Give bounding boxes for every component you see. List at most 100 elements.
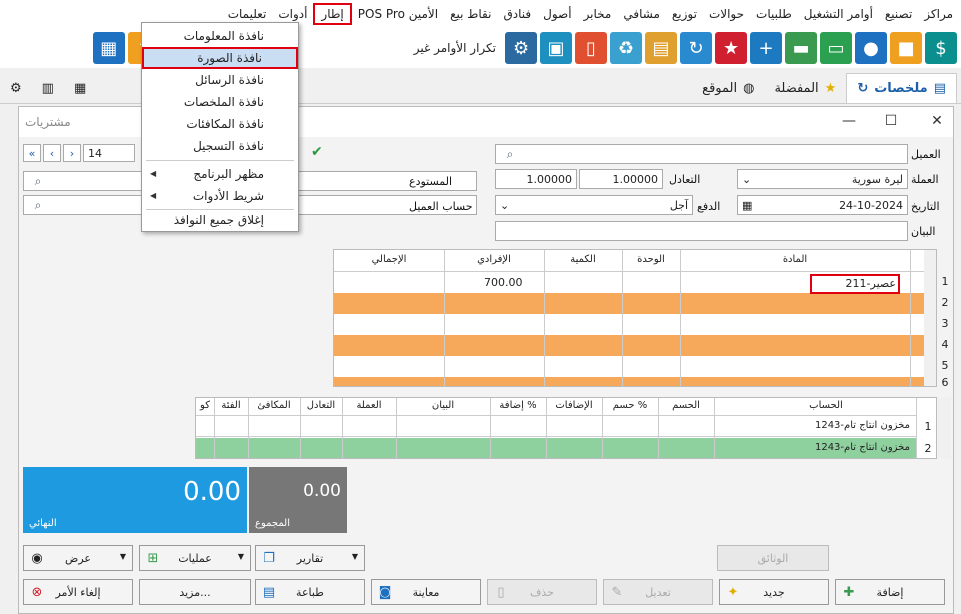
box-icon[interactable]: ■ <box>890 32 922 64</box>
calendar-icon[interactable]: ▦ <box>742 199 752 212</box>
items-scrollbar[interactable] <box>924 250 936 386</box>
menu-summaries-window[interactable]: نافذة الملخصات <box>142 91 298 113</box>
edit-button[interactable]: ✎ تعديل <box>603 579 713 605</box>
table-row[interactable] <box>334 314 924 335</box>
gear-icon[interactable]: ⚙ <box>505 32 537 64</box>
menu-orders[interactable]: طلبيات <box>750 3 798 25</box>
close-icon[interactable]: ✕ <box>927 113 947 131</box>
menu-distribution[interactable]: توزيع <box>666 3 703 25</box>
print-button[interactable]: ▤ طباعة <box>255 579 365 605</box>
user-money-icon[interactable]: ● <box>855 32 887 64</box>
menu-info-window[interactable]: نافذة المعلومات <box>142 25 298 47</box>
table-row[interactable]: 1243-مخزون انتاج تام <box>196 438 916 458</box>
reports-button[interactable]: ❐ تقارير ▼ <box>255 545 365 571</box>
table-row[interactable] <box>334 377 924 386</box>
search-icon[interactable]: ⌕ <box>28 172 48 190</box>
user-refresh-icon[interactable]: ↻ <box>680 32 712 64</box>
final-total-box: 0.00 النهائي <box>23 467 247 533</box>
statement-field[interactable] <box>495 221 908 241</box>
menu-frame[interactable]: إطار <box>313 3 352 25</box>
tab-list-view[interactable]: ▦ <box>64 73 96 103</box>
document-icon[interactable]: ▯ <box>575 32 607 64</box>
calculator-icon[interactable]: ▦ <box>92 32 125 64</box>
col-discount-pct: حسم % <box>612 400 648 411</box>
money-user-icon[interactable]: $ <box>925 32 957 64</box>
cash-register-icon[interactable]: ▬ <box>785 32 817 64</box>
menu-equivalents-window[interactable]: نافذة المكافئات <box>142 113 298 135</box>
delete-button[interactable]: ▯ حذف <box>487 579 597 605</box>
menu-messages-window[interactable]: نافذة الرسائل <box>142 69 298 91</box>
frame-menu-dropdown: نافذة المعلومات نافذة الصورة نافذة الرسا… <box>141 22 299 232</box>
recycle-icon[interactable]: ♻ <box>610 32 642 64</box>
item-price-cell[interactable]: 700.00 <box>484 276 523 289</box>
table-row[interactable] <box>334 335 924 356</box>
repeat-commands-label[interactable]: تكرار الأوامر غير <box>408 41 502 55</box>
star-icon: ★ <box>824 80 837 96</box>
more-button[interactable]: مزيد... <box>139 579 251 605</box>
table-row[interactable]: 1243-مخزون انتاج تام <box>196 416 916 437</box>
equivalence-field-1[interactable]: 1.00000 <box>579 169 663 189</box>
col-quantity: الكمية <box>570 254 596 265</box>
col-unit: الوحدة <box>637 254 665 265</box>
user-add-icon[interactable]: + <box>750 32 782 64</box>
prev-record-button[interactable]: ‹ <box>43 144 61 162</box>
menu-close-all-windows[interactable]: إغلاق جميع النوافذ <box>142 209 298 231</box>
table-row[interactable] <box>334 293 924 314</box>
menu-pos[interactable]: نقاط بيع <box>444 3 497 25</box>
menu-toolbar[interactable]: شريط الأدوات ◀ <box>142 185 298 207</box>
add-button[interactable]: ✚ إضافة <box>835 579 945 605</box>
monitor-icon[interactable]: ▣ <box>540 32 572 64</box>
preview-icon: ◙ <box>378 585 392 600</box>
list-icon: ▤ <box>933 81 946 96</box>
refresh-icon[interactable]: ↻ <box>857 81 868 96</box>
search-icon[interactable]: ⌕ <box>500 145 520 163</box>
first-record-button[interactable]: « <box>23 144 41 162</box>
documents-button[interactable]: الوثائق <box>717 545 829 571</box>
statement-label: البيان <box>911 225 936 238</box>
items-grid: المادة الوحدة الكمية الإفرادي الإجمالي 2… <box>333 249 937 387</box>
minimize-icon[interactable]: — <box>839 113 859 131</box>
menu-hotels[interactable]: فنادق <box>497 3 537 25</box>
cash-icon[interactable]: ▭ <box>820 32 852 64</box>
record-number-field[interactable]: 14 <box>83 144 135 162</box>
maximize-icon[interactable]: ☐ <box>881 113 901 131</box>
view-button[interactable]: ◉ عرض ▼ <box>23 545 133 571</box>
folder-icon[interactable]: ▤ <box>645 32 677 64</box>
customer-field[interactable]: ⌕ <box>495 144 908 164</box>
menu-image-window[interactable]: نافذة الصورة <box>142 47 298 69</box>
item-material-cell[interactable]: 211-عصير <box>810 274 900 294</box>
preview-button[interactable]: ◙ معاينة <box>371 579 481 605</box>
chevron-down-icon: ▼ <box>351 552 358 561</box>
final-total-label: النهائي <box>29 518 57 529</box>
operations-button[interactable]: ⊞ عمليات ▼ <box>139 545 251 571</box>
accounts-grid: الحساب الحسم حسم % الإضافات إضافة % البي… <box>195 397 937 459</box>
menu-hospitals[interactable]: مشافي <box>617 3 666 25</box>
menu-manufacturing[interactable]: تصنيع <box>879 3 918 25</box>
tab-favorites[interactable]: ★ المفضلة <box>764 73 846 103</box>
menu-operation-orders[interactable]: أوامر التشغيل <box>798 3 879 25</box>
menu-transfers[interactable]: حوالات <box>703 3 750 25</box>
tab-summaries[interactable]: ▤ ملخصات ↻ <box>846 73 957 103</box>
menu-centers[interactable]: مراكز <box>918 3 959 25</box>
col-code: كو <box>200 400 210 411</box>
star-icon[interactable]: ★ <box>715 32 747 64</box>
new-button[interactable]: ✦ جديد <box>719 579 829 605</box>
next-record-button[interactable]: › <box>63 144 81 162</box>
tab-grid-view[interactable]: ▥ <box>32 73 64 103</box>
tab-settings[interactable]: ⚙ <box>0 73 32 103</box>
payment-select[interactable]: ⌄ آجل <box>495 195 693 215</box>
table-row[interactable] <box>334 356 924 377</box>
currency-select[interactable]: ⌄ ليرة سورية <box>737 169 908 189</box>
menu-assets[interactable]: أصول <box>537 3 577 25</box>
cancel-order-button[interactable]: ⊗ إلغاء الأمر <box>23 579 133 605</box>
search-icon[interactable]: ⌕ <box>28 196 48 214</box>
accounts-scrollbar[interactable] <box>937 397 951 459</box>
menu-registration-window[interactable]: نافذة التسجيل <box>142 135 298 157</box>
menu-program-appearance[interactable]: مظهر البرنامج ◀ <box>142 163 298 185</box>
menu-amin-pos-pro[interactable]: الأمين POS Pro <box>352 3 444 25</box>
tab-location[interactable]: ◍ الموقع <box>692 73 764 103</box>
equivalence-field-2[interactable]: 1.00000 <box>495 169 577 189</box>
eye-icon: ◉ <box>31 551 43 566</box>
menu-labs[interactable]: مخابر <box>578 3 618 25</box>
date-field[interactable]: ▦ 24-10-2024 <box>737 195 908 215</box>
